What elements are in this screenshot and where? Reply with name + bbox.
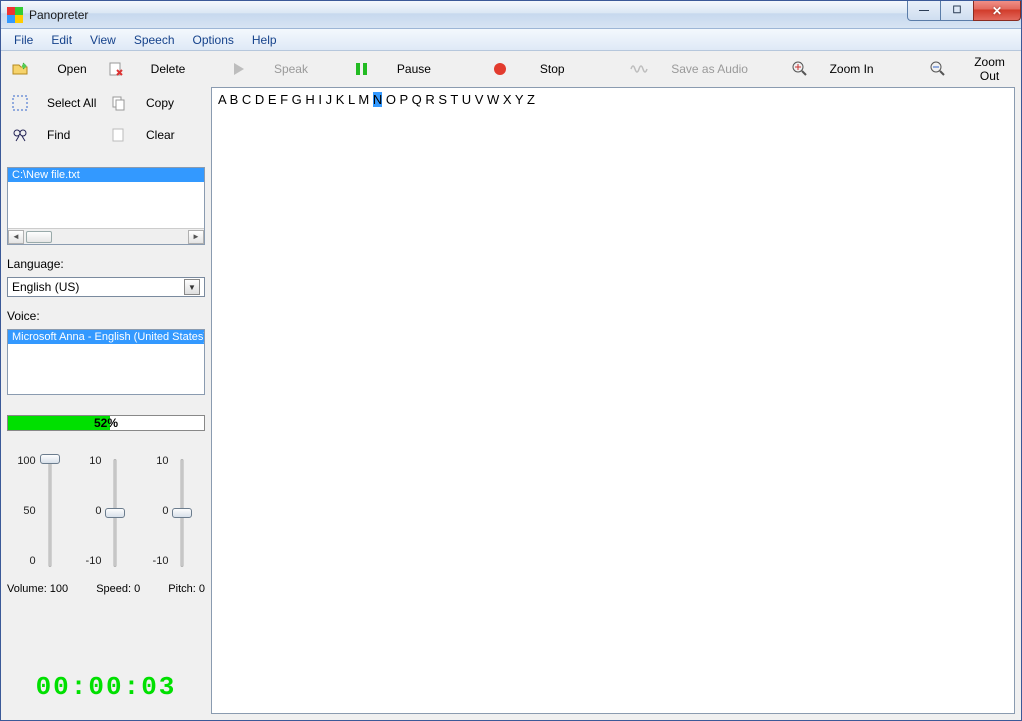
pitch-max: 10 xyxy=(156,455,168,467)
volume-min: 0 xyxy=(30,555,36,567)
find-button[interactable]: Find xyxy=(7,119,106,151)
editor-highlight: N xyxy=(373,92,382,107)
menu-view[interactable]: View xyxy=(81,31,125,49)
select-all-label: Select All xyxy=(47,96,96,110)
app-window: Panopreter — ☐ ✕ File Edit View Speech O… xyxy=(0,0,1022,721)
zoom-in-label: Zoom In xyxy=(827,62,877,76)
menubar: File Edit View Speech Options Help xyxy=(1,29,1021,51)
scroll-thumb[interactable] xyxy=(26,231,52,243)
open-icon xyxy=(11,61,29,77)
titlebar[interactable]: Panopreter — ☐ ✕ xyxy=(1,1,1021,29)
pitch-mid: 0 xyxy=(162,505,168,517)
language-select[interactable]: English (US) ▼ xyxy=(7,277,205,297)
find-label: Find xyxy=(47,128,70,142)
maximize-button[interactable]: ☐ xyxy=(940,1,974,21)
wave-icon xyxy=(630,62,648,76)
pitch-min: -10 xyxy=(153,555,169,567)
file-list-item[interactable]: C:\New file.txt xyxy=(8,168,204,182)
copy-icon xyxy=(110,95,128,111)
save-audio-button[interactable]: Save as Audio xyxy=(626,53,760,85)
speed-readout: Speed: 0 xyxy=(96,583,140,595)
clear-label: Clear xyxy=(146,128,175,142)
sliders: 100 50 0 10 0 xyxy=(7,455,205,567)
file-list-scrollbar[interactable]: ◄ ► xyxy=(8,228,204,244)
pause-label: Pause xyxy=(389,62,439,76)
speed-mid: 0 xyxy=(95,505,101,517)
pitch-readout: Pitch: 0 xyxy=(168,583,205,595)
volume-slider[interactable] xyxy=(39,459,61,567)
stop-button[interactable]: Stop xyxy=(487,53,583,85)
progress-text: 52% xyxy=(8,416,204,430)
stop-icon xyxy=(491,62,509,76)
menu-speech[interactable]: Speech xyxy=(125,31,184,49)
zoom-out-label: Zoom Out xyxy=(964,55,1015,83)
timer-value: 00:00:03 xyxy=(36,672,177,702)
menu-help[interactable]: Help xyxy=(243,31,286,49)
delete-button[interactable]: Delete xyxy=(103,53,199,85)
pitch-thumb[interactable] xyxy=(172,508,192,518)
volume-max: 100 xyxy=(17,455,35,467)
language-value: English (US) xyxy=(12,280,184,294)
zoom-in-button[interactable]: Zoom In xyxy=(787,53,883,85)
voice-label: Voice: xyxy=(7,309,205,323)
speed-slider[interactable] xyxy=(104,459,126,567)
scroll-right-icon[interactable]: ► xyxy=(188,230,204,244)
speed-min: -10 xyxy=(86,555,102,567)
play-icon xyxy=(230,62,248,76)
pitch-slider[interactable] xyxy=(171,459,193,567)
pause-icon xyxy=(353,62,371,76)
progress-bar: 52% xyxy=(7,415,205,431)
volume-readout: Volume: 100 xyxy=(7,583,68,595)
text-editor[interactable]: A B C D E F G H I J K L M N O P Q R S T … xyxy=(211,87,1015,714)
open-label: Open xyxy=(47,62,97,76)
scroll-left-icon[interactable]: ◄ xyxy=(8,230,24,244)
clear-button[interactable]: Clear xyxy=(106,119,205,151)
select-all-button[interactable]: Select All xyxy=(7,87,106,119)
chevron-down-icon[interactable]: ▼ xyxy=(184,279,200,295)
editor-text-pre: A B C D E F G H I J K L M xyxy=(218,92,373,107)
speak-label: Speak xyxy=(266,62,316,76)
copy-button[interactable]: Copy xyxy=(106,87,205,119)
stop-label: Stop xyxy=(527,62,577,76)
find-icon xyxy=(11,127,29,143)
copy-label: Copy xyxy=(146,96,174,110)
save-audio-label: Save as Audio xyxy=(666,62,754,76)
select-all-icon xyxy=(11,95,29,111)
minimize-button[interactable]: — xyxy=(907,1,941,21)
close-button[interactable]: ✕ xyxy=(973,1,1021,21)
zoom-in-icon xyxy=(791,61,809,77)
menu-edit[interactable]: Edit xyxy=(42,31,81,49)
zoom-out-icon xyxy=(929,61,946,77)
delete-icon xyxy=(107,61,125,77)
window-controls: — ☐ ✕ xyxy=(908,1,1021,21)
language-label: Language: xyxy=(7,257,205,271)
clear-icon xyxy=(110,127,128,143)
toolbar: Open Delete Speak Pause Stop xyxy=(1,51,1021,87)
pause-button[interactable]: Pause xyxy=(349,53,445,85)
speed-thumb[interactable] xyxy=(105,508,125,518)
timer: 00:00:03 xyxy=(7,664,205,714)
delete-label: Delete xyxy=(143,62,193,76)
menu-options[interactable]: Options xyxy=(184,31,243,49)
open-button[interactable]: Open xyxy=(7,53,103,85)
app-title: Panopreter xyxy=(29,8,88,22)
file-list[interactable]: C:\New file.txt ◄ ► xyxy=(7,167,205,245)
volume-mid: 50 xyxy=(23,505,35,517)
voice-list[interactable]: Microsoft Anna - English (United States) xyxy=(7,329,205,395)
editor-text-post: O P Q R S T U V W X Y Z xyxy=(382,92,535,107)
speak-button[interactable]: Speak xyxy=(226,53,322,85)
volume-thumb[interactable] xyxy=(40,454,60,464)
zoom-out-button[interactable]: Zoom Out xyxy=(925,53,1021,85)
voice-list-item[interactable]: Microsoft Anna - English (United States) xyxy=(8,330,204,344)
sidebar: Select All Copy Find xyxy=(1,87,211,720)
menu-file[interactable]: File xyxy=(5,31,42,49)
speed-max: 10 xyxy=(89,455,101,467)
app-icon xyxy=(7,7,23,23)
